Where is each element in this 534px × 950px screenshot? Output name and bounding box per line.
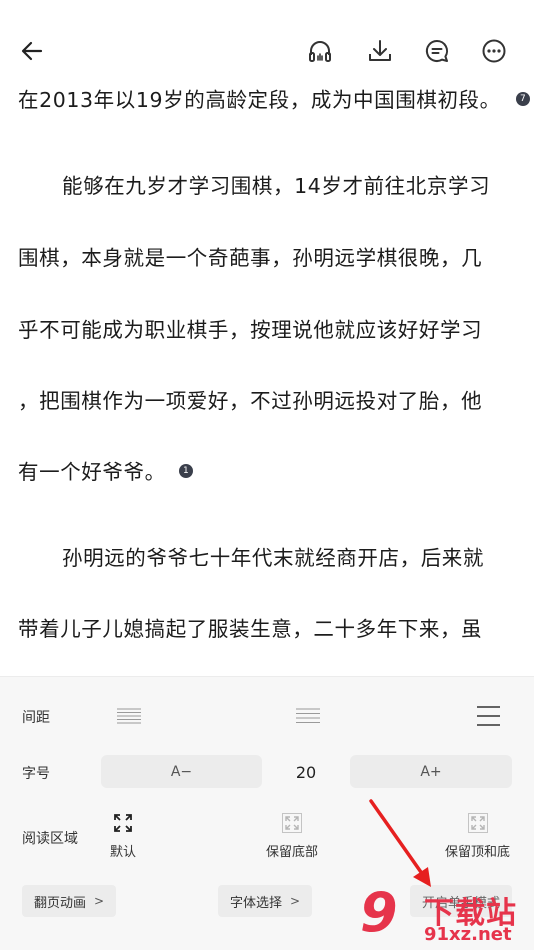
font-select-label: 字体选择 bbox=[230, 895, 283, 911]
more-icon[interactable] bbox=[481, 38, 507, 64]
spacing-compact-option[interactable] bbox=[116, 707, 142, 725]
top-toolbar bbox=[0, 0, 534, 78]
page-animation-button[interactable]: 翻页动画 > bbox=[22, 885, 117, 917]
fontsize-label: 字号 bbox=[22, 766, 50, 782]
font-select-button[interactable]: 字体选择 > bbox=[218, 885, 313, 917]
chevron-right-icon: > bbox=[94, 894, 105, 908]
reading-content[interactable]: 在2013年以19岁的高龄定段，成为中国围棋初段。 7 能够在九岁才学习围棋，1… bbox=[0, 78, 534, 676]
font-size-value: 20 bbox=[295, 763, 317, 782]
expand-icon bbox=[467, 813, 488, 833]
chevron-right-icon: > bbox=[290, 894, 301, 908]
spacing-loose-option[interactable] bbox=[476, 705, 501, 727]
text-line: 围棋，本身就是一个奇葩事，孙明远学棋很晚，几 bbox=[18, 246, 483, 270]
text-line: ，把围棋作为一项爱好，不过孙明远投对了胎，他 bbox=[18, 389, 483, 413]
text-line: 乎不可能成为职业棋手，按理说他就应该好好学习 bbox=[18, 318, 483, 342]
text-line: 在2013年以19岁的高龄定段，成为中国围棋初段。 7 bbox=[18, 83, 530, 113]
annotation-arrow-icon bbox=[369, 799, 431, 887]
text-line-content: 在2013年以19岁的高龄定段，成为中国围棋初段。 bbox=[18, 88, 501, 112]
watermark-text-bottom: 91xz.net bbox=[424, 924, 512, 945]
area-option-label: 默认 bbox=[110, 845, 137, 860]
font-increase-button[interactable]: A+ bbox=[350, 755, 512, 788]
note-badge[interactable]: 7 bbox=[515, 92, 530, 106]
text-line: 孙明远的爷爷七十年代末就经商开店，后来就 bbox=[62, 546, 484, 570]
area-option-label: 保留底部 bbox=[266, 845, 319, 860]
expand-icon bbox=[114, 814, 132, 832]
reading-area-label: 阅读区域 bbox=[22, 831, 78, 847]
download-icon[interactable] bbox=[367, 38, 393, 64]
text-line: 能够在九岁才学习围棋，14岁才前往北京学习 bbox=[62, 174, 491, 198]
expand-icon bbox=[282, 813, 302, 833]
area-option-label: 保留顶和底 bbox=[445, 845, 511, 860]
comment-icon[interactable] bbox=[424, 38, 450, 64]
headphones-icon[interactable] bbox=[307, 38, 333, 64]
note-badge[interactable]: 1 bbox=[178, 464, 193, 478]
area-default-option[interactable]: 默认 bbox=[110, 813, 136, 860]
watermark-logo: 9 bbox=[360, 881, 398, 944]
watermark: 9 下载站 91xz.net bbox=[360, 880, 534, 950]
spacing-label: 间距 bbox=[22, 710, 50, 726]
text-line: 带着儿子儿媳搞起了服装生意，二十多年下来，虽 bbox=[18, 617, 483, 641]
spacing-medium-option[interactable] bbox=[295, 707, 321, 725]
page-animation-label: 翻页动画 bbox=[34, 895, 87, 911]
font-decrease-button[interactable]: A− bbox=[101, 755, 262, 788]
text-line: 有一个好爷爷。 1 bbox=[18, 455, 193, 485]
text-line-content: 有一个好爷爷。 bbox=[18, 460, 166, 484]
arrow-left-icon[interactable] bbox=[19, 38, 45, 64]
area-keep-top-bottom-option[interactable]: 保留顶和底 bbox=[445, 813, 510, 860]
area-keep-bottom-option[interactable]: 保留底部 bbox=[266, 813, 318, 860]
